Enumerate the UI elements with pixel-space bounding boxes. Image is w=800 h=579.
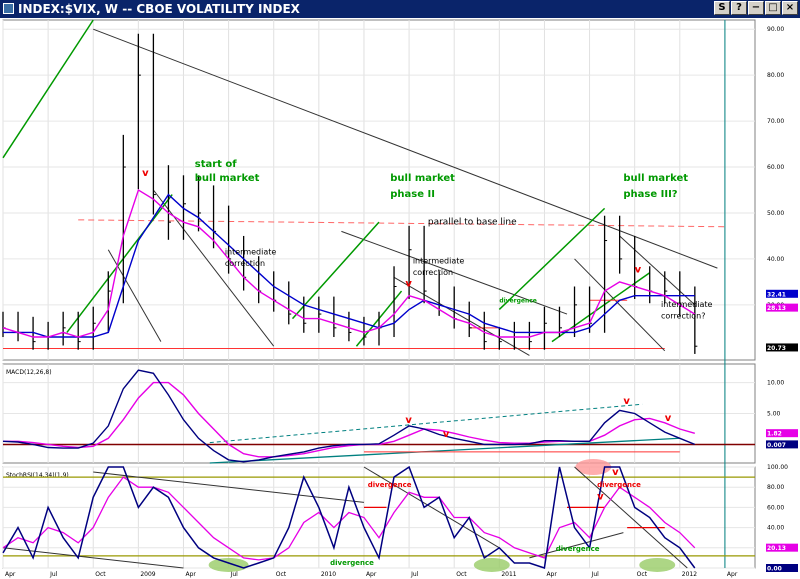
stoch-y-tick-label: 40.00 bbox=[767, 525, 784, 532]
macd-value-badge: 0.007 bbox=[767, 442, 786, 449]
x-tick-label: Jul bbox=[591, 571, 600, 578]
x-tick-label: Apr bbox=[5, 571, 16, 578]
x-tick-label: Apr bbox=[185, 571, 196, 578]
annotation-intermediate-1: intermediate bbox=[225, 247, 277, 256]
annotation-phase-iii: phase III? bbox=[623, 189, 677, 200]
macd-signal-badge: 1.82 bbox=[767, 431, 782, 438]
macd-v-mark: v bbox=[665, 413, 672, 424]
annotation-correction-1: correction bbox=[225, 259, 265, 268]
price-y-tick-label: 50.00 bbox=[767, 210, 784, 217]
stoch-divergence-label: divergence bbox=[330, 559, 374, 567]
stoch-v-mark: v bbox=[612, 467, 619, 478]
x-tick-label: Oct bbox=[637, 571, 648, 578]
macd-v-mark: v bbox=[405, 415, 412, 426]
macd-v-mark: v bbox=[443, 429, 450, 440]
x-tick-label: Oct bbox=[456, 571, 467, 578]
price-y-tick-label: 60.00 bbox=[767, 164, 784, 171]
divergence-zone bbox=[208, 557, 249, 572]
x-tick-label: Jul bbox=[410, 571, 419, 578]
x-tick-label: 2012 bbox=[682, 571, 697, 578]
stoch-panel-title: StochRSI(14,34)(1,9) bbox=[6, 472, 69, 479]
price-value-badge: 20.73 bbox=[767, 345, 786, 352]
v-mark: v bbox=[405, 278, 412, 289]
divergence-zone bbox=[639, 557, 676, 572]
stoch-y-tick-label: 100.00 bbox=[767, 464, 788, 471]
x-tick-label: Jul bbox=[230, 571, 239, 578]
macd-y-tick-label: 5.00 bbox=[767, 411, 781, 418]
stoch-divergence-label: divergence bbox=[597, 481, 641, 489]
stoch-value-badge: 0.00 bbox=[767, 566, 782, 573]
slow-ma-value-badge: 32.41 bbox=[767, 291, 786, 298]
stoch-v-mark: v bbox=[597, 491, 604, 502]
chart-canvas: Apr Jul Oct 2009 Apr Jul Oct 2010 Apr Jul Oct 2011 A… bbox=[2, 19, 798, 578]
v-mark: v bbox=[142, 168, 149, 179]
annotation-bull-market-3: bull market bbox=[623, 173, 688, 184]
annotation-bull-market-2: bull market bbox=[390, 173, 455, 184]
annotation-start-of: start of bbox=[195, 159, 238, 170]
x-tick-label: Apr bbox=[727, 571, 738, 578]
annotation-phase-ii: phase II bbox=[390, 189, 435, 200]
macd-y-tick-label: 10.00 bbox=[767, 380, 784, 387]
x-tick-label: Jul bbox=[49, 571, 58, 578]
x-tick-label: 2011 bbox=[501, 571, 516, 578]
stoch-divergence-label: divergence bbox=[556, 545, 600, 553]
annotation-intermediate-3: intermediate bbox=[661, 300, 713, 309]
stoch-y-tick-label: 60.00 bbox=[767, 504, 784, 511]
fast-ma-value-badge: 28.13 bbox=[767, 305, 786, 312]
macd-panel-title: MACD(12,26,8) bbox=[6, 369, 52, 376]
x-tick-label: Apr bbox=[366, 571, 377, 578]
stoch-divergence-label: divergence bbox=[368, 481, 412, 489]
x-tick-label: Oct bbox=[276, 571, 287, 578]
price-y-tick-label: 40.00 bbox=[767, 256, 784, 263]
annotation-correction-2: correction bbox=[413, 268, 453, 277]
divergence-zone bbox=[473, 557, 510, 572]
annotation-parallel: parallel to base line bbox=[428, 217, 517, 227]
annotation-divergence-price: divergence bbox=[499, 298, 537, 305]
annotation-correction-3: correction? bbox=[661, 312, 705, 321]
annotation-bull-market-1: bull market bbox=[195, 173, 260, 184]
stoch-y-tick-label: 80.00 bbox=[767, 484, 784, 491]
x-tick-label: 2009 bbox=[140, 571, 155, 578]
x-tick-label: Apr bbox=[546, 571, 557, 578]
annotation-intermediate-2: intermediate bbox=[413, 257, 465, 266]
x-tick-label: 2010 bbox=[321, 571, 336, 578]
price-y-tick-label: 70.00 bbox=[767, 118, 784, 125]
stoch-signal-badge: 20.13 bbox=[767, 545, 786, 552]
price-y-tick-label: 80.00 bbox=[767, 72, 784, 79]
v-mark: v bbox=[635, 265, 642, 276]
chart-window: INDEX:$VIX, W -- CBOE VOLATILITY INDEX S… bbox=[0, 0, 800, 579]
macd-v-mark: v bbox=[623, 396, 630, 407]
x-tick-label: Oct bbox=[95, 571, 106, 578]
price-y-tick-label: 90.00 bbox=[767, 26, 784, 33]
